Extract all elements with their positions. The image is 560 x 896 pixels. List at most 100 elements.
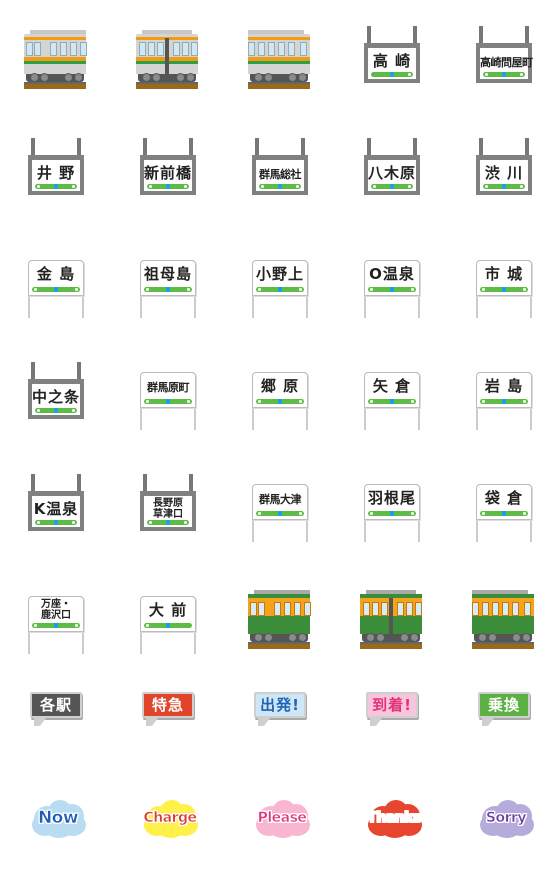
- station-sign-emoji[interactable]: 祖母島: [112, 224, 224, 336]
- sign-board: 矢 倉: [364, 372, 420, 408]
- station-sign-emoji[interactable]: 市 城: [448, 224, 560, 336]
- speech-tail-icon: [146, 718, 158, 726]
- train-window: [288, 42, 295, 56]
- cloud-label-emoji[interactable]: Now: [0, 784, 112, 896]
- train-window: [274, 602, 281, 616]
- sign-leg: [140, 296, 142, 318]
- adjacent-station-dot-right: [408, 185, 411, 188]
- cloud-bubble: Sorry: [478, 798, 534, 838]
- station-sign-emoji[interactable]: 金 島: [0, 224, 112, 336]
- speech-bubble-emoji[interactable]: 特急: [112, 672, 224, 784]
- adjacent-station-dot-right: [523, 400, 526, 403]
- train-emoji-front-right[interactable]: [224, 0, 336, 112]
- adjacent-station-dot-left: [261, 185, 264, 188]
- adjacent-station-dot-right: [296, 185, 299, 188]
- train-wheel-icon: [478, 633, 487, 642]
- current-station-marker: [389, 287, 395, 292]
- line-color-bar: [368, 287, 416, 292]
- adjacent-station-dot-right: [408, 73, 411, 76]
- train-window: [258, 602, 265, 616]
- sign-board: 新前橋: [140, 155, 196, 195]
- station-sign-emoji[interactable]: 井 野: [0, 112, 112, 224]
- station-name: 高 崎: [372, 52, 412, 70]
- station-sign: 市 城: [476, 260, 532, 320]
- adjacent-station-dot-right: [187, 288, 190, 291]
- train-emoji-front-left[interactable]: [224, 560, 336, 672]
- station-sign-emoji[interactable]: 中之条: [0, 336, 112, 448]
- station-sign-emoji[interactable]: 高 崎: [336, 0, 448, 112]
- current-station-marker: [501, 399, 507, 404]
- station-sign-emoji[interactable]: 渋 川: [448, 112, 560, 224]
- station-sign-emoji[interactable]: 袋 倉: [448, 448, 560, 560]
- station-sign-emoji[interactable]: K温泉: [0, 448, 112, 560]
- current-station-marker: [389, 399, 395, 404]
- adjacent-station-dot-left: [370, 400, 373, 403]
- station-name: 井 野: [36, 164, 76, 182]
- sign-board: 中之条: [28, 379, 84, 419]
- cloud-label-emoji[interactable]: Please: [224, 784, 336, 896]
- station-name: 郷 原: [260, 377, 300, 395]
- train-wheel-icon: [74, 73, 83, 82]
- station-sign-emoji[interactable]: 群馬原町: [112, 336, 224, 448]
- train-emoji-front-right[interactable]: [448, 560, 560, 672]
- sign-board: 袋 倉: [476, 484, 532, 520]
- adjacent-station-dot-right: [187, 400, 190, 403]
- current-station-marker: [389, 511, 395, 516]
- current-station-marker: [501, 511, 507, 516]
- sign-board: 市 城: [476, 260, 532, 296]
- station-sign-emoji[interactable]: 岩 島: [448, 336, 560, 448]
- train-window: [304, 602, 311, 616]
- sign-leg: [194, 408, 196, 430]
- station-sign: O温泉: [364, 260, 420, 320]
- train-emoji-middle[interactable]: [112, 0, 224, 112]
- station-sign-emoji[interactable]: 群馬総社: [224, 112, 336, 224]
- train-wheel-icon: [522, 633, 531, 642]
- station-sign-emoji[interactable]: 大 前: [112, 560, 224, 672]
- adjacent-station-dot-left: [37, 409, 40, 412]
- speech-bubble-emoji[interactable]: 到着!: [336, 672, 448, 784]
- station-sign-emoji[interactable]: 万座・ 鹿沢口: [0, 560, 112, 672]
- station-sign-emoji[interactable]: 八木原: [336, 112, 448, 224]
- train-window: [512, 602, 519, 616]
- station-sign-emoji[interactable]: 小野上: [224, 224, 336, 336]
- sign-board: 八木原: [364, 155, 420, 195]
- sign-leg: [306, 520, 308, 542]
- station-name: 中之条: [32, 388, 81, 406]
- adjacent-station-dot-right: [411, 400, 414, 403]
- speech-bubble-emoji[interactable]: 出発!: [224, 672, 336, 784]
- train-wheel-icon: [186, 73, 195, 82]
- train-emoji-middle[interactable]: [336, 560, 448, 672]
- station-sign-emoji[interactable]: O温泉: [336, 224, 448, 336]
- adjacent-station-dot-right: [75, 624, 78, 627]
- station-sign: 羽根尾: [364, 484, 420, 544]
- station-name: 矢 倉: [372, 377, 412, 395]
- station-sign-emoji[interactable]: 群馬大津: [224, 448, 336, 560]
- line-color-bar: [144, 623, 192, 628]
- speech-bubble-emoji[interactable]: 各駅: [0, 672, 112, 784]
- cloud-label-emoji[interactable]: Sorry: [448, 784, 560, 896]
- station-sign-emoji[interactable]: 長野原 草津口: [112, 448, 224, 560]
- sign-leg: [82, 296, 84, 318]
- sign-leg: [252, 296, 254, 318]
- cloud-label-emoji[interactable]: Charge: [112, 784, 224, 896]
- sign-leg: [476, 408, 478, 430]
- train-wheel-icon: [142, 73, 151, 82]
- station-sign-emoji[interactable]: 郷 原: [224, 336, 336, 448]
- train-window: [250, 602, 257, 616]
- cloud-label-emoji[interactable]: Thanks: [336, 784, 448, 896]
- station-name: 渋 川: [484, 164, 524, 182]
- ground: [24, 84, 86, 89]
- line-color-bar: [32, 623, 80, 628]
- adjacent-station-dot-left: [485, 185, 488, 188]
- cloud-bubble: Thanks: [366, 798, 422, 838]
- train-window: [26, 42, 33, 56]
- station-sign-emoji[interactable]: 羽根尾: [336, 448, 448, 560]
- speech-bubble-emoji[interactable]: 乗換: [448, 672, 560, 784]
- train-emoji-front-left[interactable]: [0, 0, 112, 112]
- station-sign-emoji[interactable]: 矢 倉: [336, 336, 448, 448]
- station-sign-emoji[interactable]: 高崎問屋町: [448, 0, 560, 112]
- station-sign-emoji[interactable]: 新前橋: [112, 112, 224, 224]
- sign-leg: [306, 296, 308, 318]
- train-wheel-icon: [264, 73, 273, 82]
- station-name: 祖母島: [143, 265, 192, 283]
